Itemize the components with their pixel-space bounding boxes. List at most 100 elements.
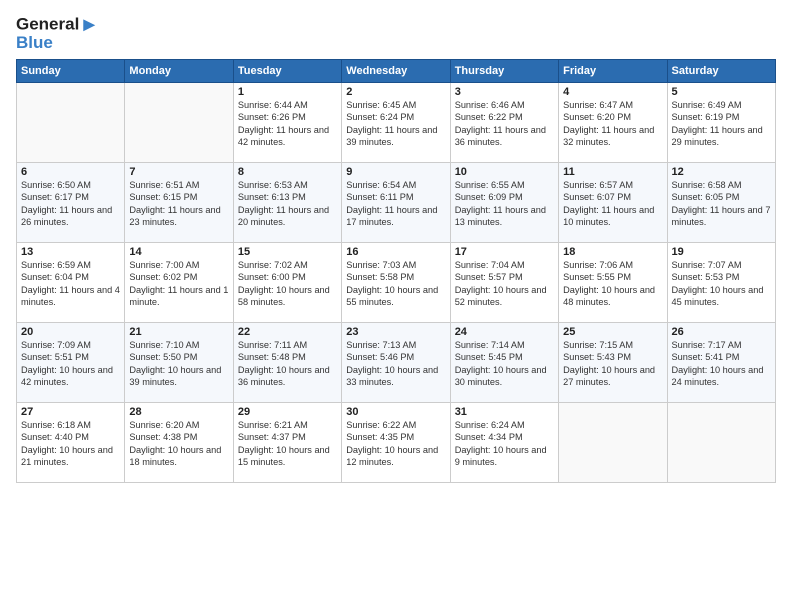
day-cell: 17Sunrise: 7:04 AM Sunset: 5:57 PM Dayli… [450,242,558,322]
day-cell: 16Sunrise: 7:03 AM Sunset: 5:58 PM Dayli… [342,242,450,322]
day-number: 3 [455,86,554,98]
day-cell: 10Sunrise: 6:55 AM Sunset: 6:09 PM Dayli… [450,162,558,242]
day-number: 29 [238,406,337,418]
day-number: 24 [455,326,554,338]
day-cell: 25Sunrise: 7:15 AM Sunset: 5:43 PM Dayli… [559,322,667,402]
weekday-header-monday: Monday [125,59,233,82]
day-number: 11 [563,166,662,178]
day-cell: 27Sunrise: 6:18 AM Sunset: 4:40 PM Dayli… [17,402,125,482]
day-cell: 2Sunrise: 6:45 AM Sunset: 6:24 PM Daylig… [342,82,450,162]
day-cell [17,82,125,162]
day-cell: 7Sunrise: 6:51 AM Sunset: 6:15 PM Daylig… [125,162,233,242]
day-info: Sunrise: 6:51 AM Sunset: 6:15 PM Dayligh… [129,179,228,229]
day-number: 10 [455,166,554,178]
week-row-1: 1Sunrise: 6:44 AM Sunset: 6:26 PM Daylig… [17,82,776,162]
day-info: Sunrise: 6:53 AM Sunset: 6:13 PM Dayligh… [238,179,337,229]
day-number: 23 [346,326,445,338]
day-cell [667,402,775,482]
day-number: 14 [129,246,228,258]
day-number: 20 [21,326,120,338]
day-number: 26 [672,326,771,338]
day-cell: 12Sunrise: 6:58 AM Sunset: 6:05 PM Dayli… [667,162,775,242]
day-info: Sunrise: 7:07 AM Sunset: 5:53 PM Dayligh… [672,259,771,309]
day-info: Sunrise: 7:13 AM Sunset: 5:46 PM Dayligh… [346,339,445,389]
day-info: Sunrise: 6:24 AM Sunset: 4:34 PM Dayligh… [455,419,554,469]
day-number: 16 [346,246,445,258]
header: General► Blue [16,14,776,53]
day-number: 13 [21,246,120,258]
day-cell: 18Sunrise: 7:06 AM Sunset: 5:55 PM Dayli… [559,242,667,322]
calendar-table: SundayMondayTuesdayWednesdayThursdayFrid… [16,59,776,483]
day-info: Sunrise: 7:04 AM Sunset: 5:57 PM Dayligh… [455,259,554,309]
day-info: Sunrise: 7:15 AM Sunset: 5:43 PM Dayligh… [563,339,662,389]
logo: General► Blue [16,14,99,53]
day-cell [559,402,667,482]
day-number: 8 [238,166,337,178]
day-number: 28 [129,406,228,418]
day-info: Sunrise: 7:00 AM Sunset: 6:02 PM Dayligh… [129,259,228,309]
day-info: Sunrise: 6:59 AM Sunset: 6:04 PM Dayligh… [21,259,120,309]
day-info: Sunrise: 7:09 AM Sunset: 5:51 PM Dayligh… [21,339,120,389]
weekday-header-sunday: Sunday [17,59,125,82]
day-cell: 22Sunrise: 7:11 AM Sunset: 5:48 PM Dayli… [233,322,341,402]
day-cell: 5Sunrise: 6:49 AM Sunset: 6:19 PM Daylig… [667,82,775,162]
day-number: 31 [455,406,554,418]
day-info: Sunrise: 7:11 AM Sunset: 5:48 PM Dayligh… [238,339,337,389]
logo-bird-icon: ► [79,14,99,36]
day-cell: 11Sunrise: 6:57 AM Sunset: 6:07 PM Dayli… [559,162,667,242]
day-info: Sunrise: 6:22 AM Sunset: 4:35 PM Dayligh… [346,419,445,469]
weekday-header-thursday: Thursday [450,59,558,82]
day-number: 4 [563,86,662,98]
day-cell: 24Sunrise: 7:14 AM Sunset: 5:45 PM Dayli… [450,322,558,402]
day-number: 1 [238,86,337,98]
day-info: Sunrise: 6:54 AM Sunset: 6:11 PM Dayligh… [346,179,445,229]
day-cell: 15Sunrise: 7:02 AM Sunset: 6:00 PM Dayli… [233,242,341,322]
day-number: 7 [129,166,228,178]
day-info: Sunrise: 6:21 AM Sunset: 4:37 PM Dayligh… [238,419,337,469]
day-info: Sunrise: 6:50 AM Sunset: 6:17 PM Dayligh… [21,179,120,229]
day-info: Sunrise: 6:45 AM Sunset: 6:24 PM Dayligh… [346,99,445,149]
logo-general: General [16,14,79,33]
day-number: 18 [563,246,662,258]
day-number: 15 [238,246,337,258]
week-row-4: 20Sunrise: 7:09 AM Sunset: 5:51 PM Dayli… [17,322,776,402]
day-cell: 20Sunrise: 7:09 AM Sunset: 5:51 PM Dayli… [17,322,125,402]
day-info: Sunrise: 7:03 AM Sunset: 5:58 PM Dayligh… [346,259,445,309]
day-number: 19 [672,246,771,258]
day-info: Sunrise: 6:49 AM Sunset: 6:19 PM Dayligh… [672,99,771,149]
day-info: Sunrise: 6:20 AM Sunset: 4:38 PM Dayligh… [129,419,228,469]
day-cell: 28Sunrise: 6:20 AM Sunset: 4:38 PM Dayli… [125,402,233,482]
day-cell: 1Sunrise: 6:44 AM Sunset: 6:26 PM Daylig… [233,82,341,162]
day-number: 6 [21,166,120,178]
weekday-header-row: SundayMondayTuesdayWednesdayThursdayFrid… [17,59,776,82]
day-cell: 13Sunrise: 6:59 AM Sunset: 6:04 PM Dayli… [17,242,125,322]
day-number: 27 [21,406,120,418]
day-number: 21 [129,326,228,338]
logo-blue: Blue [16,34,99,53]
day-number: 2 [346,86,445,98]
day-info: Sunrise: 6:57 AM Sunset: 6:07 PM Dayligh… [563,179,662,229]
day-number: 17 [455,246,554,258]
day-cell: 29Sunrise: 6:21 AM Sunset: 4:37 PM Dayli… [233,402,341,482]
day-cell: 31Sunrise: 6:24 AM Sunset: 4:34 PM Dayli… [450,402,558,482]
week-row-3: 13Sunrise: 6:59 AM Sunset: 6:04 PM Dayli… [17,242,776,322]
day-number: 22 [238,326,337,338]
day-info: Sunrise: 7:02 AM Sunset: 6:00 PM Dayligh… [238,259,337,309]
day-number: 5 [672,86,771,98]
day-cell [125,82,233,162]
day-info: Sunrise: 7:17 AM Sunset: 5:41 PM Dayligh… [672,339,771,389]
weekday-header-friday: Friday [559,59,667,82]
weekday-header-wednesday: Wednesday [342,59,450,82]
day-number: 12 [672,166,771,178]
day-info: Sunrise: 6:44 AM Sunset: 6:26 PM Dayligh… [238,99,337,149]
day-cell: 4Sunrise: 6:47 AM Sunset: 6:20 PM Daylig… [559,82,667,162]
page: General► Blue SundayMondayTuesdayWednesd… [0,0,792,612]
day-cell: 19Sunrise: 7:07 AM Sunset: 5:53 PM Dayli… [667,242,775,322]
weekday-header-saturday: Saturday [667,59,775,82]
day-number: 9 [346,166,445,178]
day-cell: 21Sunrise: 7:10 AM Sunset: 5:50 PM Dayli… [125,322,233,402]
day-info: Sunrise: 6:18 AM Sunset: 4:40 PM Dayligh… [21,419,120,469]
day-info: Sunrise: 6:47 AM Sunset: 6:20 PM Dayligh… [563,99,662,149]
day-cell: 8Sunrise: 6:53 AM Sunset: 6:13 PM Daylig… [233,162,341,242]
day-cell: 30Sunrise: 6:22 AM Sunset: 4:35 PM Dayli… [342,402,450,482]
